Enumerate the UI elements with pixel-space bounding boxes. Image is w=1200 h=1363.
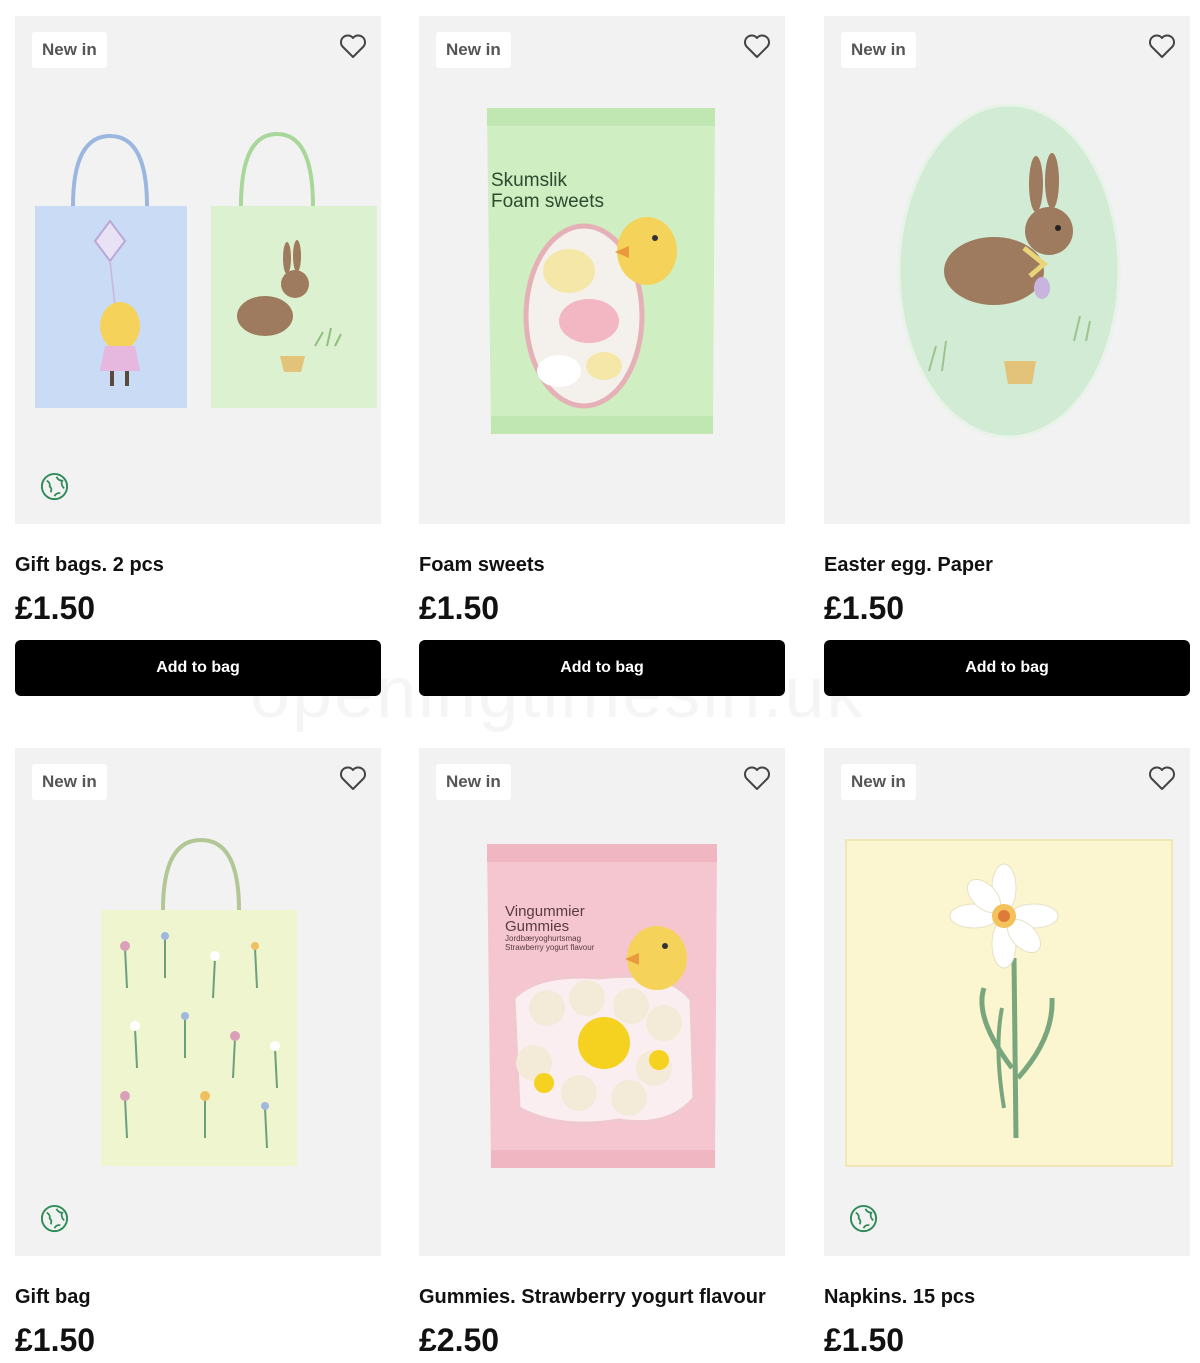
add-to-bag-button[interactable]: Add to bag	[15, 640, 381, 696]
product-title[interactable]: Gummies. Strawberry yogurt flavour	[419, 1286, 766, 1309]
package-title: Skumslik	[491, 170, 568, 191]
product-image[interactable]: New in	[824, 748, 1190, 1256]
product-price: £2.50	[419, 1322, 500, 1358]
package-label: Skumslik Foam sweets	[491, 170, 604, 212]
product-image[interactable]: Vingummier Gummies Jordbæryoghurtsmag St…	[419, 748, 785, 1256]
product-image[interactable]: New in	[15, 748, 381, 1256]
product-card[interactable]: New in Gift bag £1.50	[15, 748, 381, 1358]
product-title[interactable]: Gift bags. 2 pcs	[15, 554, 164, 577]
napkins-image	[845, 839, 1173, 1167]
gummies-image	[487, 844, 717, 1168]
product-card[interactable]: New in Easter egg. Paper £1.50 Add to ba…	[824, 16, 1190, 696]
eco-globe-icon	[40, 472, 69, 501]
wishlist-heart-icon[interactable]	[1148, 33, 1176, 59]
new-in-badge: New in	[436, 32, 511, 68]
new-in-badge: New in	[32, 764, 107, 800]
product-price: £1.50	[824, 590, 905, 626]
eco-globe-icon	[40, 1204, 69, 1233]
easter-egg-image	[897, 103, 1121, 439]
new-in-badge: New in	[841, 764, 916, 800]
wishlist-heart-icon[interactable]	[1148, 765, 1176, 791]
product-card[interactable]: New in Napkins. 15 pcs £1.50	[824, 748, 1190, 1358]
foam-sweets-image	[487, 108, 715, 434]
wishlist-heart-icon[interactable]	[339, 33, 367, 59]
package-flavour-da: Jordbæryoghurtsmag	[505, 934, 582, 943]
package-subtitle: Gummies	[505, 918, 570, 935]
new-in-badge: New in	[841, 32, 916, 68]
new-in-badge: New in	[32, 32, 107, 68]
package-flavour-en: Strawberry yogurt flavour	[505, 943, 595, 952]
product-price: £1.50	[824, 1322, 905, 1358]
product-price: £1.50	[15, 590, 96, 626]
wishlist-heart-icon[interactable]	[743, 765, 771, 791]
product-title[interactable]: Gift bag	[15, 1286, 91, 1309]
product-card[interactable]: Vingummier Gummies Jordbæryoghurtsmag St…	[419, 748, 785, 1358]
new-in-badge: New in	[436, 764, 511, 800]
gift-bags-image	[35, 131, 377, 408]
wishlist-heart-icon[interactable]	[743, 33, 771, 59]
eco-globe-icon	[849, 1204, 878, 1233]
package-label: Vingummier Gummies Jordbæryoghurtsmag St…	[505, 904, 594, 952]
product-card[interactable]: New in Gift bags. 2 pcs £1.50 Add to bag	[15, 16, 381, 696]
gift-bag-image	[101, 837, 297, 1166]
product-image[interactable]: New in	[15, 16, 381, 524]
product-grid: openingtimesin.uk	[0, 0, 1200, 1363]
product-title[interactable]: Easter egg. Paper	[824, 554, 993, 577]
add-to-bag-button[interactable]: Add to bag	[419, 640, 785, 696]
wishlist-heart-icon[interactable]	[339, 765, 367, 791]
product-title[interactable]: Napkins. 15 pcs	[824, 1286, 975, 1309]
product-card[interactable]: Skumslik Foam sweets New in Foam sweets …	[419, 16, 785, 696]
product-title[interactable]: Foam sweets	[419, 554, 545, 577]
add-to-bag-button[interactable]: Add to bag	[824, 640, 1190, 696]
package-subtitle: Foam sweets	[491, 191, 604, 212]
product-price: £1.50	[419, 590, 500, 626]
product-image[interactable]: New in	[824, 16, 1190, 524]
package-title: Vingummier	[505, 903, 585, 920]
product-image[interactable]: Skumslik Foam sweets New in	[419, 16, 785, 524]
product-price: £1.50	[15, 1322, 96, 1358]
